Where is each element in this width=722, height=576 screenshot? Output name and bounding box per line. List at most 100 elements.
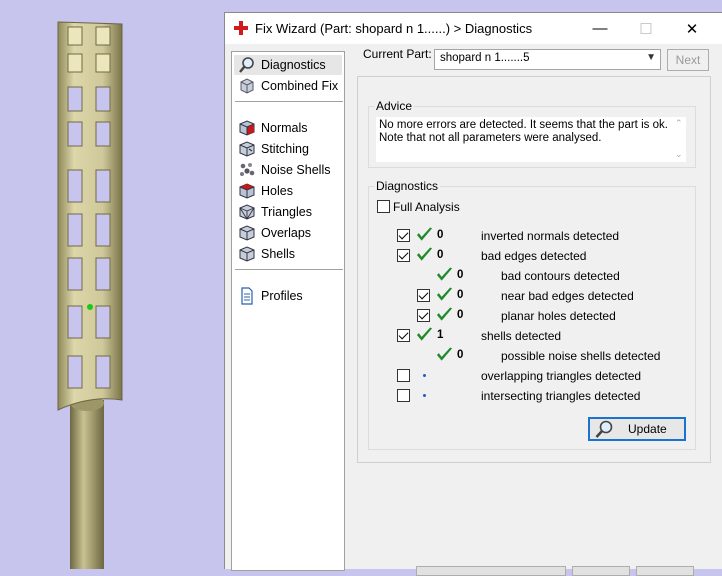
nav-item-overlaps[interactable]: Overlaps bbox=[234, 223, 342, 243]
3d-viewport[interactable] bbox=[0, 0, 224, 569]
model-window bbox=[95, 26, 111, 46]
nav-item-label: Triangles bbox=[261, 205, 312, 219]
magnifier-icon bbox=[239, 57, 254, 73]
model-window bbox=[95, 53, 111, 73]
model-window bbox=[95, 86, 111, 112]
nav-item-noise-shells[interactable]: Noise Shells bbox=[234, 160, 342, 180]
advice-line: No more errors are detected. It seems th… bbox=[379, 119, 668, 131]
model-window bbox=[95, 213, 111, 247]
pending-dot-icon bbox=[423, 374, 426, 377]
model-window bbox=[67, 305, 83, 339]
current-part-label: Current Part: bbox=[363, 47, 432, 61]
green-check-icon bbox=[436, 267, 453, 281]
nav-divider bbox=[235, 101, 343, 103]
row-label: bad contours detected bbox=[501, 269, 620, 283]
row-count: 0 bbox=[437, 249, 444, 261]
pivot-point-icon bbox=[87, 304, 93, 310]
normals-cube-icon bbox=[239, 120, 255, 136]
nav-item-shells[interactable]: Shells bbox=[234, 244, 342, 264]
model-window bbox=[67, 53, 83, 73]
row-count: 0 bbox=[437, 229, 444, 241]
close-button[interactable]: ✕ bbox=[669, 13, 715, 44]
bottom-button[interactable] bbox=[636, 566, 694, 576]
pending-dot-icon bbox=[423, 394, 426, 397]
row-count: 0 bbox=[457, 269, 464, 281]
overlaps-cube-icon bbox=[239, 225, 255, 241]
scroll-up-icon[interactable]: ⌃ bbox=[675, 118, 683, 129]
combined-fix-icon bbox=[240, 78, 254, 94]
row-checkbox[interactable] bbox=[417, 289, 430, 302]
model-window bbox=[67, 26, 83, 46]
nav-item-label: Stitching bbox=[261, 142, 309, 156]
green-check-icon bbox=[436, 287, 453, 301]
diagnostics-legend: Diagnostics bbox=[374, 179, 441, 193]
green-check-icon bbox=[416, 227, 433, 241]
row-checkbox[interactable] bbox=[397, 229, 410, 242]
nav-item-label: Combined Fix bbox=[261, 79, 339, 93]
full-analysis-checkbox[interactable] bbox=[377, 200, 390, 213]
nav-item-label: Overlaps bbox=[261, 226, 312, 240]
nav-item-normals[interactable]: Normals bbox=[234, 118, 342, 138]
row-count: 1 bbox=[437, 329, 444, 341]
row-checkbox[interactable] bbox=[397, 249, 410, 262]
model-window bbox=[95, 355, 111, 389]
stitching-cube-icon bbox=[239, 141, 255, 157]
profiles-document-icon bbox=[241, 287, 253, 305]
model-window bbox=[95, 169, 111, 203]
row-label: near bad edges detected bbox=[501, 289, 634, 303]
model-window bbox=[67, 169, 83, 203]
window-title: Fix Wizard (Part: shopard n 1......) > D… bbox=[255, 21, 533, 36]
model-window bbox=[67, 121, 83, 147]
model-window bbox=[67, 86, 83, 112]
row-label: inverted normals detected bbox=[481, 229, 620, 243]
bottom-button[interactable] bbox=[572, 566, 630, 576]
row-label: shells detected bbox=[481, 329, 562, 343]
green-check-icon bbox=[436, 347, 453, 361]
row-checkbox[interactable] bbox=[397, 389, 410, 402]
scroll-down-icon[interactable]: ⌄ bbox=[675, 149, 683, 160]
model-window bbox=[67, 257, 83, 291]
model-window bbox=[95, 305, 111, 339]
triangles-cube-icon bbox=[239, 204, 255, 220]
red-cross-icon bbox=[234, 21, 248, 35]
current-part-value: shopard n 1.......5 bbox=[440, 52, 530, 64]
nav-item-holes[interactable]: Holes bbox=[234, 181, 342, 201]
nav-item-combined-fix[interactable]: Combined Fix bbox=[234, 76, 342, 96]
advice-scrollbar[interactable]: ⌃ ⌄ bbox=[672, 117, 686, 162]
bottom-button[interactable] bbox=[416, 566, 566, 576]
nav-item-label: Shells bbox=[261, 247, 296, 261]
model-window bbox=[95, 257, 111, 291]
nav-item-label: Diagnostics bbox=[261, 58, 326, 72]
nav-item-profiles[interactable]: Profiles bbox=[234, 286, 342, 306]
row-count: 0 bbox=[457, 309, 464, 321]
wizard-nav: Diagnostics Combined Fix Normals Stitchi… bbox=[231, 51, 345, 571]
update-button[interactable]: Update bbox=[588, 417, 686, 441]
nav-item-diagnostics[interactable]: Diagnostics bbox=[234, 55, 342, 75]
holes-cube-icon bbox=[239, 183, 255, 199]
row-label: possible noise shells detected bbox=[501, 349, 661, 363]
title-bar[interactable]: Fix Wizard (Part: shopard n 1......) > D… bbox=[225, 13, 722, 44]
nav-item-label: Normals bbox=[261, 121, 308, 135]
row-checkbox[interactable] bbox=[417, 309, 430, 322]
nav-item-label: Holes bbox=[261, 184, 293, 198]
row-count: 0 bbox=[457, 349, 464, 361]
shells-cube-icon bbox=[239, 246, 255, 262]
advice-text: No more errors are detected. It seems th… bbox=[376, 117, 672, 162]
advice-legend: Advice bbox=[374, 99, 415, 113]
next-button[interactable]: Next bbox=[667, 49, 709, 71]
row-checkbox[interactable] bbox=[397, 369, 410, 382]
row-label: overlapping triangles detected bbox=[481, 369, 642, 383]
update-button-label: Update bbox=[628, 422, 667, 436]
nav-item-stitching[interactable]: Stitching bbox=[234, 139, 342, 159]
maximize-button[interactable]: ☐ bbox=[623, 13, 669, 44]
noise-shells-icon bbox=[240, 163, 255, 176]
green-check-icon bbox=[416, 247, 433, 261]
part-model[interactable] bbox=[0, 0, 224, 569]
current-part-select[interactable]: shopard n 1.......5 ▼ bbox=[434, 49, 661, 70]
model-window bbox=[95, 121, 111, 147]
green-check-icon bbox=[416, 327, 433, 341]
green-check-icon bbox=[436, 307, 453, 321]
nav-item-triangles[interactable]: Triangles bbox=[234, 202, 342, 222]
row-checkbox[interactable] bbox=[397, 329, 410, 342]
minimize-button[interactable]: — bbox=[577, 13, 623, 44]
